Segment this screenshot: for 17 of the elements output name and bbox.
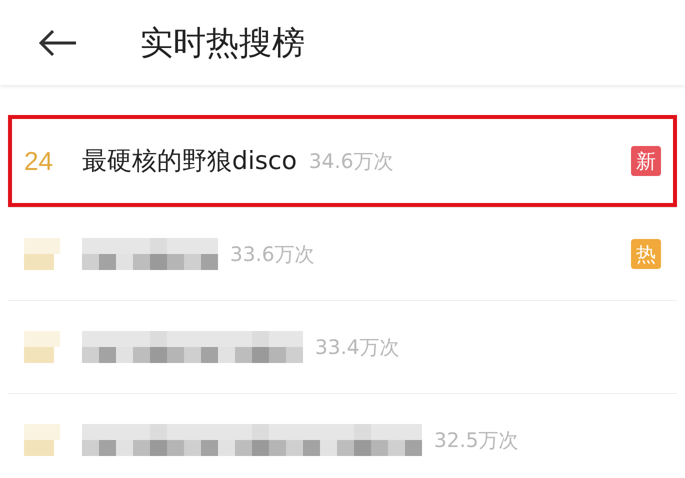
- redacted-rank: [24, 331, 60, 363]
- search-count: 32.5万次: [434, 427, 519, 454]
- redacted-rank: [24, 424, 60, 456]
- rank-number: 24: [24, 144, 54, 178]
- hot-search-row[interactable]: 33.4万次: [8, 301, 677, 393]
- search-title: 最硬核的野狼disco: [82, 145, 297, 178]
- page-title: 实时热搜榜: [140, 22, 305, 64]
- redacted-rank: [24, 238, 60, 270]
- search-count: 33.4万次: [315, 334, 400, 361]
- back-icon[interactable]: [38, 28, 78, 58]
- search-count: 33.6万次: [230, 241, 315, 268]
- tag-badge: 热: [631, 239, 661, 269]
- hot-search-row[interactable]: 24 最硬核的野狼disco 34.6万次 新: [8, 115, 677, 207]
- tag-badge: 新: [631, 146, 661, 176]
- hot-search-row[interactable]: 33.6万次 热: [8, 208, 677, 300]
- search-count: 34.6万次: [308, 148, 394, 175]
- hot-search-row[interactable]: 32.5万次: [8, 394, 677, 478]
